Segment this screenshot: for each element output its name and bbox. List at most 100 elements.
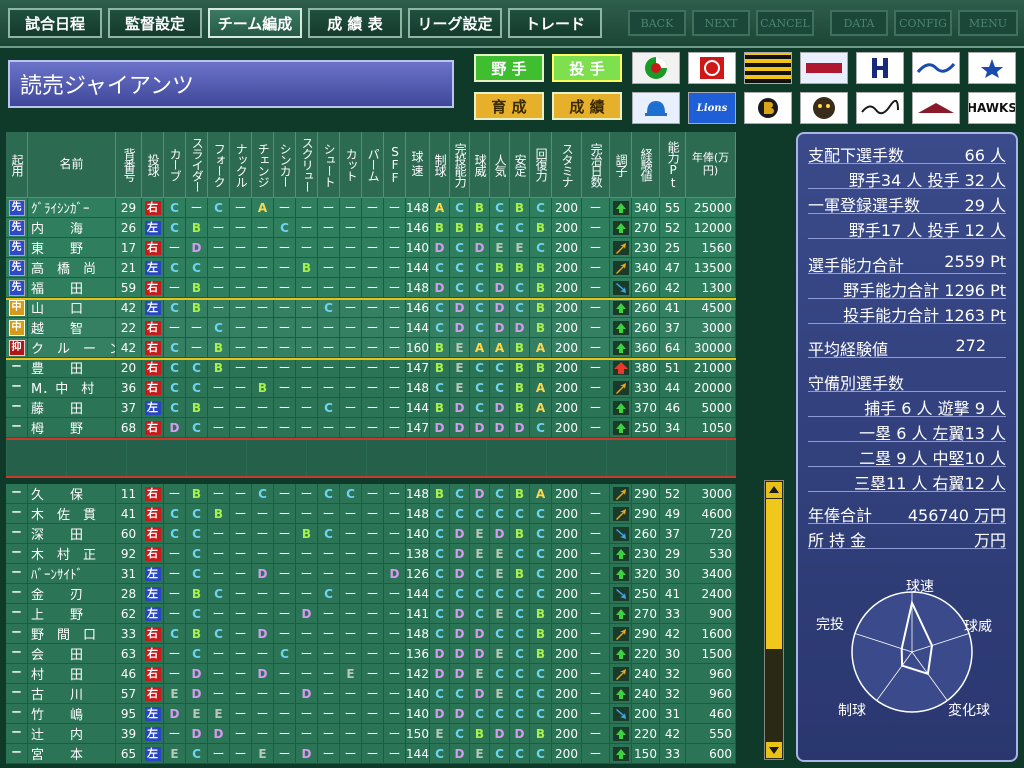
table-cell: ー bbox=[296, 704, 318, 724]
next-button[interactable]: NEXT bbox=[692, 10, 750, 36]
table-cell: E bbox=[470, 524, 490, 544]
team-logo-dragons[interactable] bbox=[800, 52, 848, 84]
team-logo-lions[interactable]: Lions bbox=[688, 92, 736, 124]
table-cell: ー bbox=[208, 524, 230, 544]
menu-league-button[interactable]: リーグ設定 bbox=[408, 8, 502, 38]
stat-value: D bbox=[454, 666, 465, 681]
team-logo-tigers[interactable] bbox=[744, 52, 792, 84]
stat-value: B bbox=[191, 220, 202, 235]
stat-value: ー bbox=[300, 401, 313, 415]
stat-value: 21000 bbox=[693, 360, 732, 375]
stat-value: 200 bbox=[555, 400, 578, 415]
stat-value: 260 bbox=[634, 320, 657, 335]
stat-value: 42 bbox=[120, 340, 137, 355]
back-button[interactable]: BACK bbox=[628, 10, 686, 36]
team-logo-giants[interactable] bbox=[688, 52, 736, 84]
team-logo-baystars[interactable] bbox=[968, 52, 1016, 84]
table-cell: 148 bbox=[406, 484, 430, 504]
table-cell: 41 bbox=[660, 298, 686, 318]
table-cell: C bbox=[186, 524, 208, 544]
scroll-down-arrow-icon[interactable] bbox=[766, 742, 782, 758]
table-cell: ー bbox=[582, 504, 610, 524]
menu-trade-button[interactable]: トレード bbox=[508, 8, 602, 38]
table-cell: ー bbox=[384, 198, 406, 218]
condition-up-arrow-icon bbox=[612, 220, 629, 235]
stat-value: ー bbox=[589, 201, 602, 215]
stat-value: 200 bbox=[555, 526, 578, 541]
table-cell: 右 bbox=[142, 664, 164, 684]
stat-value: ー bbox=[366, 707, 379, 721]
stat-value: 33 bbox=[120, 626, 137, 641]
table-cell: 148 bbox=[406, 504, 430, 524]
config-button[interactable]: CONFIG bbox=[894, 10, 952, 36]
usage-badge: ー bbox=[11, 361, 22, 373]
stat-value: ー bbox=[388, 547, 401, 561]
column-header-label: 調子 bbox=[614, 153, 629, 176]
table-cell: B bbox=[510, 338, 530, 358]
stat-value: 2400 bbox=[701, 586, 732, 601]
menu-team-build-button[interactable]: チーム編成 bbox=[208, 8, 302, 38]
team-logo-marines[interactable] bbox=[856, 92, 904, 124]
table-cell: B bbox=[530, 258, 552, 278]
condition-upright-arrow-icon bbox=[612, 260, 629, 275]
scroll-up-arrow-icon[interactable] bbox=[766, 482, 782, 498]
condition-up-arrow-icon bbox=[612, 746, 629, 761]
table-cell: C bbox=[470, 564, 490, 584]
menu-records-button[interactable]: 成 績 表 bbox=[308, 8, 402, 38]
stat-value: D bbox=[191, 240, 202, 255]
menu-manager-button[interactable]: 監督設定 bbox=[108, 8, 202, 38]
table-cell: 200 bbox=[552, 484, 582, 504]
stat-value: 60 bbox=[120, 526, 137, 541]
stat-value: 144 bbox=[406, 260, 429, 275]
throwing-hand-badge: 右 bbox=[144, 320, 161, 335]
record-button[interactable]: 成 績 bbox=[552, 92, 622, 120]
table-cell: C bbox=[490, 358, 510, 378]
team-logo-carp[interactable] bbox=[632, 52, 680, 84]
pitcher-tab-button[interactable]: 投 手 bbox=[552, 54, 622, 82]
main-menu-button[interactable]: MENU bbox=[958, 10, 1018, 36]
stat-value: A bbox=[535, 486, 546, 501]
table-cell: C bbox=[274, 644, 296, 664]
data-button[interactable]: DATA bbox=[830, 10, 888, 36]
table-cell: C bbox=[510, 644, 530, 664]
team-logo-hawks-face[interactable] bbox=[800, 92, 848, 124]
table-cell: E bbox=[252, 744, 274, 764]
table-cell: ー bbox=[318, 564, 340, 584]
table-cell: D bbox=[164, 704, 186, 724]
fielder-tab-button[interactable]: 野 手 bbox=[474, 54, 544, 82]
table-cell: C bbox=[510, 298, 530, 318]
team-logo-marines-hat[interactable] bbox=[632, 92, 680, 124]
table-scrollbar[interactable] bbox=[764, 480, 784, 760]
stat-value: 34 bbox=[664, 420, 681, 435]
scroll-thumb[interactable] bbox=[766, 499, 782, 649]
stat-value: B bbox=[535, 606, 546, 621]
stat-value: 340 bbox=[634, 260, 657, 275]
table-cell: ー bbox=[340, 544, 362, 564]
team-logo-eagles[interactable] bbox=[912, 92, 960, 124]
table-cell: 46 bbox=[660, 398, 686, 418]
stat-value: C bbox=[495, 200, 504, 215]
stat-value: ー bbox=[322, 647, 335, 661]
cancel-button[interactable]: CANCEL bbox=[756, 10, 814, 36]
develop-button[interactable]: 育 成 bbox=[474, 92, 544, 120]
team-logo-hawks[interactable]: HAWKS bbox=[968, 92, 1016, 124]
menu-schedule-button[interactable]: 試合日程 bbox=[8, 8, 102, 38]
table-cell: 先 bbox=[6, 218, 28, 238]
stat-value: B bbox=[535, 260, 546, 275]
stat-value: ー bbox=[212, 547, 225, 561]
team-logo-swallows[interactable] bbox=[912, 52, 960, 84]
stat-value: 52 bbox=[664, 220, 681, 235]
table-cell: ー bbox=[230, 258, 252, 278]
table-cell: 144 bbox=[406, 584, 430, 604]
condition-up-arrow-icon bbox=[612, 546, 629, 561]
stat-value: ー bbox=[388, 527, 401, 541]
divider bbox=[808, 548, 1006, 549]
stat-value: 150 bbox=[634, 746, 657, 761]
table-cell: ー bbox=[318, 544, 340, 564]
stat-value: 200 bbox=[634, 706, 657, 721]
table-cell: 200 bbox=[552, 258, 582, 278]
team-logo-buffaloes[interactable] bbox=[744, 92, 792, 124]
table-cell: ー bbox=[384, 484, 406, 504]
stat-value: ー bbox=[366, 341, 379, 355]
team-logo-fighters[interactable] bbox=[856, 52, 904, 84]
